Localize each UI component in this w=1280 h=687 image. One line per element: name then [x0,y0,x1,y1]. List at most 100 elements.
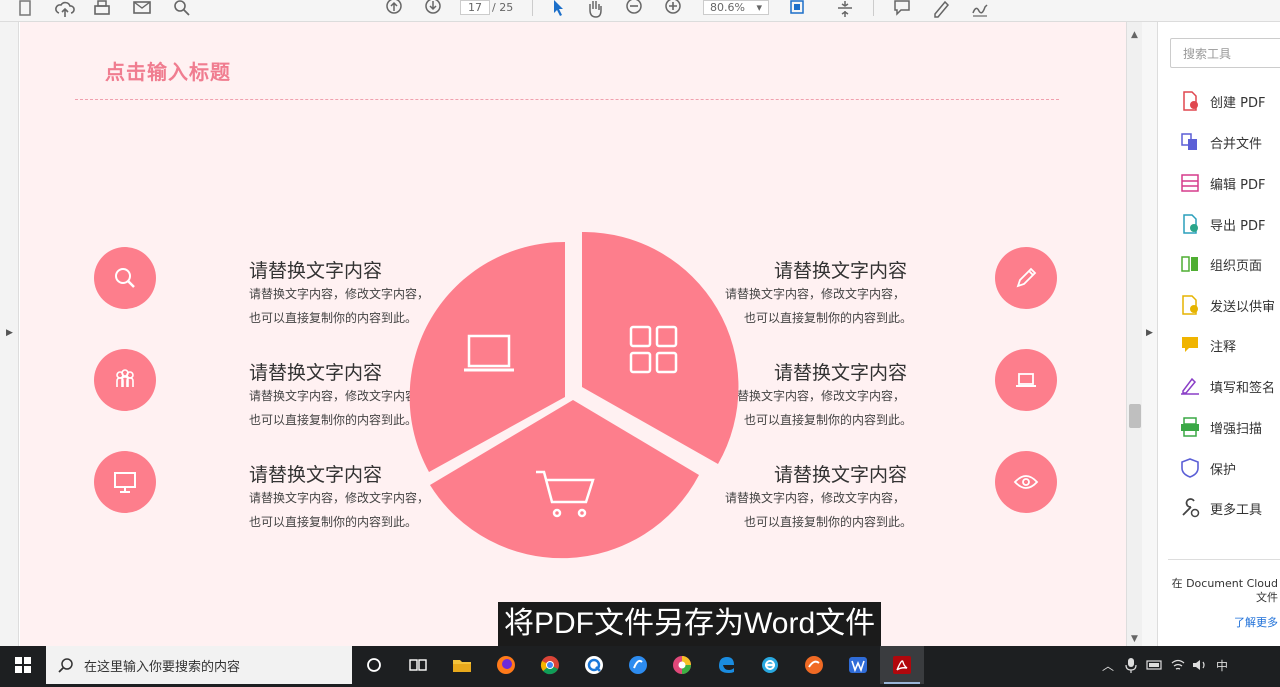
send-for-review-icon [1182,295,1198,315]
protect-icon [1181,458,1199,478]
hand-tool-icon[interactable] [583,0,607,18]
item-desc-line2: 也可以直接复制你的内容到此。 [249,311,418,325]
highlight-pen-icon[interactable] [929,0,953,18]
system-tray: ︿ 中 [1102,646,1228,684]
prev-page-icon[interactable] [382,0,406,18]
tools-divider [1168,559,1280,560]
battery-icon[interactable] [1146,658,1164,672]
chrome-icon [540,656,559,675]
item-desc-line1: 请替换文字内容，修改文字内容， [724,287,905,301]
tool-comment[interactable]: 注释 [1180,333,1236,357]
item-desc-line1: 请替换文字内容，修改文字内容， [249,389,430,403]
wps-button[interactable] [836,646,880,684]
tool-enhance-scan[interactable]: 增强扫描 [1180,415,1262,439]
page-total-label: / 25 [492,1,514,14]
learn-more-link[interactable]: 了解更多 [1234,614,1278,630]
windows-logo-icon [15,657,31,673]
scroll-up-icon[interactable]: ▲ [1131,30,1138,40]
select-tool-icon[interactable] [545,0,569,18]
enhance-scan-icon [1181,417,1199,437]
email-icon[interactable] [130,0,154,18]
zoom-out-icon[interactable] [622,0,646,18]
main-toolbar: 17 / 25 80.6% ▾ [0,0,1280,22]
tool-label: 填写和签名 [1210,380,1276,396]
chevron-up-icon[interactable]: ︿ [1102,657,1118,674]
tools-pane: 搜索工具 创建 PDF 合并文件 编辑 PDF 导出 PDF 组织页面 发送以供… [1158,22,1280,646]
start-button[interactable] [0,646,46,684]
tool-label: 注释 [1210,339,1237,355]
right-item-1: 请替换文字内容 请替换文字内容，修改文字内容， 也可以直接复制你的内容到此。 [725,247,1057,327]
tool-send-for-review[interactable]: 发送以供审 [1180,293,1275,317]
task-view-button[interactable] [396,646,440,684]
zoom-dropdown[interactable]: 80.6% ▾ [703,0,769,15]
sign-icon[interactable] [968,0,992,18]
item-desc-line1: 请替换文字内容，修改文字内容， [249,491,430,505]
eye-icon [995,451,1057,513]
taskbar-search-input[interactable]: 在这里输入你要搜索的内容 [46,646,352,684]
right-item-2: 请替换文字内容 请替换文字内容，修改文字内容， 也可以直接复制你的内容到此。 [725,349,1057,429]
exploded-pie-diagram [409,232,739,559]
tool-more-tools[interactable]: 更多工具 [1180,496,1262,520]
comment-icon[interactable] [890,0,914,18]
tool-label: 增强扫描 [1210,421,1263,437]
item-desc-line2: 也可以直接复制你的内容到此。 [743,515,912,529]
acrobat-window: 17 / 25 80.6% ▾ ▶ 点击输入标题 请替换文字内容 请替换文字内容… [0,0,1280,687]
edge-icon [719,657,734,673]
windows-taskbar: 在这里输入你要搜索的内容 ︿ 中 [0,646,1280,687]
app-orange-button[interactable] [792,646,836,684]
cortana-button[interactable] [352,646,396,684]
ime-indicator[interactable]: 中 [1216,657,1228,674]
volume-icon[interactable] [1192,658,1208,672]
ie-button[interactable] [748,646,792,684]
tool-organize-pages[interactable]: 组织页面 [1180,252,1262,276]
cloud-text-line2: 文件 [1256,591,1278,604]
tool-fill-sign[interactable]: 填写和签名 [1180,374,1275,398]
left-item-3: 请替换文字内容 请替换文字内容，修改文字内容， 也可以直接复制你的内容到此。 [94,451,429,531]
app-color-button[interactable] [660,646,704,684]
zoom-value: 80.6% [710,1,745,14]
item-desc-line2: 也可以直接复制你的内容到此。 [743,311,912,325]
expand-left-panel-icon[interactable]: ▶ [6,328,13,338]
tool-create-pdf[interactable]: 创建 PDF [1180,89,1265,113]
tool-combine-files[interactable]: 合并文件 [1180,130,1262,154]
orange-app-icon [805,656,823,674]
edge-button[interactable] [704,646,748,684]
save-icon[interactable] [14,0,36,18]
video-subtitle: 将PDF文件另存为Word文件 [498,602,882,646]
tools-pane-toggle[interactable]: ▶ [1142,22,1158,646]
print-icon[interactable] [90,0,114,18]
zoom-in-icon[interactable] [661,0,685,18]
tool-protect[interactable]: 保护 [1180,456,1236,480]
scroll-down-icon[interactable]: ▼ [1131,634,1138,644]
file-explorer-button[interactable] [440,646,484,684]
chrome-button[interactable] [528,646,572,684]
wifi-icon[interactable] [1170,658,1186,672]
next-page-icon[interactable] [421,0,445,18]
people-icon [94,349,156,411]
page-number-input[interactable]: 17 [460,0,490,15]
left-nav-panel[interactable]: ▶ [0,22,19,646]
cloud-upload-icon[interactable] [53,0,77,18]
collapse-tools-icon[interactable]: ▶ [1146,328,1153,338]
scroll-mode-icon[interactable] [833,0,857,18]
blue-app-icon [629,656,647,674]
toolbar-divider [873,0,874,16]
app-q-button[interactable] [572,646,616,684]
tool-export-pdf[interactable]: 导出 PDF [1180,212,1265,236]
cortana-icon [367,658,381,672]
search-icon [94,247,156,309]
item-desc-line2: 也可以直接复制你的内容到此。 [249,515,418,529]
wps-writer-icon [849,657,867,673]
tool-label: 组织页面 [1210,258,1263,274]
page-view-icon[interactable] [784,0,814,18]
item-desc-line1: 请替换文字内容，修改文字内容， [724,491,905,505]
firefox-button[interactable] [484,646,528,684]
find-icon[interactable] [170,0,194,18]
scroll-thumb[interactable] [1129,404,1141,428]
document-scrollbar[interactable]: ▲ ▼ [1126,22,1142,646]
acrobat-button[interactable] [880,646,924,684]
app-blue-button[interactable] [616,646,660,684]
tool-edit-pdf[interactable]: 编辑 PDF [1180,171,1265,195]
tools-search-input[interactable]: 搜索工具 [1170,38,1280,68]
microphone-icon[interactable] [1124,657,1138,673]
